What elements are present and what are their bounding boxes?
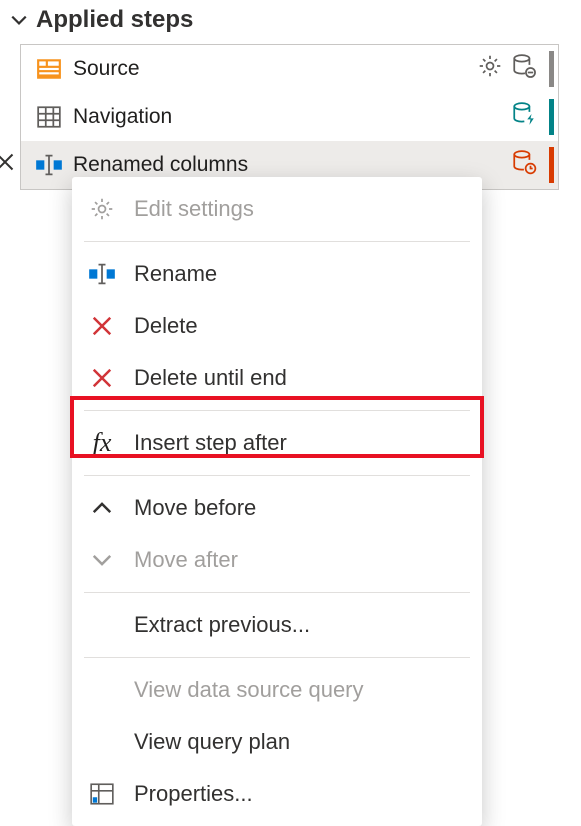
menu-move-before[interactable]: Move before (72, 482, 482, 534)
menu-label: Move before (134, 495, 256, 521)
gear-icon[interactable] (477, 53, 503, 85)
menu-label: Delete until end (134, 365, 287, 391)
menu-separator (84, 241, 470, 242)
chevron-up-icon (86, 492, 118, 524)
menu-insert-step-after[interactable]: fx Insert step after (72, 417, 482, 469)
menu-properties[interactable]: Properties... (72, 768, 482, 820)
menu-delete[interactable]: Delete (72, 300, 482, 352)
menu-label: Insert step after (134, 430, 287, 456)
blank-icon (86, 726, 118, 758)
panel-title: Applied steps (36, 6, 193, 34)
properties-icon (86, 778, 118, 810)
menu-extract-previous[interactable]: Extract previous... (72, 599, 482, 651)
source-icon (35, 55, 63, 83)
step-label: Navigation (73, 105, 511, 129)
menu-separator (84, 657, 470, 658)
step-row-navigation[interactable]: Navigation (21, 93, 558, 141)
menu-rename[interactable]: Rename (72, 248, 482, 300)
applied-steps-header[interactable]: Applied steps (0, 0, 581, 44)
menu-label: Rename (134, 261, 217, 287)
menu-separator (84, 410, 470, 411)
fx-icon: fx (86, 427, 118, 459)
menu-separator (84, 475, 470, 476)
chevron-down-icon (86, 544, 118, 576)
menu-label: Edit settings (134, 196, 254, 222)
delete-step-x-icon[interactable] (0, 152, 15, 178)
database-minus-icon[interactable] (511, 53, 537, 85)
rename-columns-icon (35, 151, 63, 179)
menu-label: Properties... (134, 781, 253, 807)
step-row-source[interactable]: Source (21, 45, 558, 93)
blank-icon (86, 674, 118, 706)
table-icon (35, 103, 63, 131)
menu-view-query-plan[interactable]: View query plan (72, 716, 482, 768)
menu-move-after: Move after (72, 534, 482, 586)
menu-label: Extract previous... (134, 612, 310, 638)
steps-list: Source Navigation Rename (20, 44, 559, 190)
menu-separator (84, 592, 470, 593)
accent-bar (549, 51, 554, 87)
delete-x-icon (86, 310, 118, 342)
accent-bar (549, 99, 554, 135)
menu-label: View data source query (134, 677, 364, 703)
step-label: Source (73, 57, 477, 81)
menu-view-data-source-query: View data source query (72, 664, 482, 716)
gear-icon (86, 193, 118, 225)
rename-icon (86, 258, 118, 290)
blank-icon (86, 609, 118, 641)
menu-edit-settings: Edit settings (72, 183, 482, 235)
menu-label: View query plan (134, 729, 290, 755)
delete-x-icon (86, 362, 118, 394)
database-clock-icon[interactable] (511, 149, 537, 181)
step-label: Renamed columns (73, 153, 511, 177)
context-menu: Edit settings Rename Delete Delete until… (72, 177, 482, 826)
menu-delete-until-end[interactable]: Delete until end (72, 352, 482, 404)
menu-label: Move after (134, 547, 238, 573)
database-lightning-icon[interactable] (511, 101, 537, 133)
chevron-down-icon (10, 11, 28, 29)
menu-label: Delete (134, 313, 198, 339)
accent-bar (549, 147, 554, 183)
